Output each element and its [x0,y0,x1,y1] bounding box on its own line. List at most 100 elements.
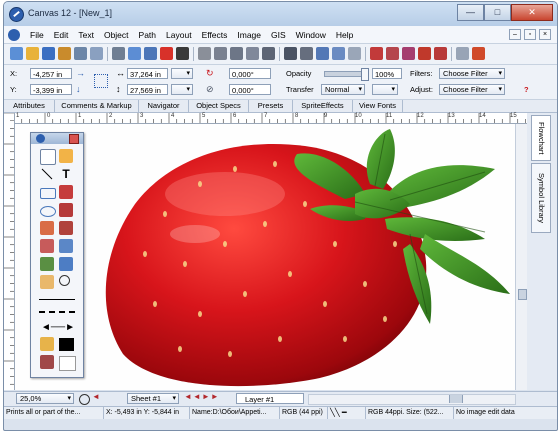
selection-tool-icon[interactable] [40,149,56,165]
fill-color-swatch[interactable] [59,356,76,371]
drawing-canvas[interactable] [15,124,515,390]
menu-path[interactable]: Path [134,30,162,40]
save-icon[interactable] [42,47,55,60]
h-scroll-thumb[interactable] [449,395,463,403]
new-icon[interactable] [10,47,23,60]
redo-icon[interactable] [176,47,189,60]
menu-image[interactable]: Image [232,30,266,40]
height-field[interactable]: 27,569 in [127,84,168,95]
menu-file[interactable]: File [25,30,49,40]
tab-view-fonts[interactable]: View Fonts [353,100,403,112]
cut-icon[interactable] [112,47,125,60]
transfer-dropdown[interactable]: Normal [321,84,365,95]
maximize-button[interactable]: □ [484,4,511,21]
line-style-dashed[interactable] [39,311,75,313]
align-dropdown[interactable] [171,68,193,79]
shape-tool-icon[interactable] [59,185,73,199]
blend-dropdown[interactable] [372,84,398,95]
strawberry-image[interactable] [15,124,515,390]
menu-text[interactable]: Text [73,30,99,40]
rectangle-tool-icon[interactable] [40,188,56,199]
zoom-icon[interactable] [79,394,90,405]
doc-restore-button[interactable]: ▫ [524,29,536,40]
zoom-tool-icon[interactable] [59,275,70,286]
tab-sprite-effects[interactable]: SpriteEffects [293,100,353,112]
grid-dropdown[interactable] [171,84,193,95]
fill-color-icon[interactable] [40,355,54,369]
help-icon[interactable]: ? [524,85,529,94]
layer-tab[interactable]: Layer #1 [236,393,304,404]
tab-comments[interactable]: Comments & Markup [55,100,139,112]
menu-help[interactable]: Help [331,30,358,40]
opacity-slider[interactable] [324,68,369,81]
arrowhead-style[interactable]: ◄──► [41,322,75,333]
preview-icon[interactable] [90,47,103,60]
document-menu-icon[interactable] [8,28,20,41]
pen-color-icon[interactable] [40,337,54,351]
gis-icon[interactable] [434,47,447,60]
paint-bucket-icon[interactable] [59,239,73,253]
zoom-dropdown[interactable]: 25,0% [16,393,74,404]
print-icon[interactable] [74,47,87,60]
y-field[interactable]: -3,399 in [30,84,72,95]
place-icon[interactable] [58,47,71,60]
split-icon[interactable] [246,47,259,60]
menu-object[interactable]: Object [99,30,134,40]
brush-tool-icon[interactable] [59,149,73,163]
text-tool-icon[interactable]: T [59,167,73,181]
photo-tool-icon[interactable] [59,257,73,271]
opacity-slider-thumb[interactable] [361,68,369,81]
hand-tool-icon[interactable] [40,275,54,289]
copy-icon[interactable] [128,47,141,60]
tab-symbol-library[interactable]: Symbol Library [531,163,551,233]
transform-tool-icon[interactable] [59,203,73,217]
tab-navigator[interactable]: Navigator [139,100,189,112]
tab-presets[interactable]: Presets [249,100,293,112]
back-icon[interactable] [332,47,345,60]
lock-icon[interactable] [348,47,361,60]
toolbox-header[interactable] [31,133,83,144]
bounding-box-icon[interactable] [94,74,108,88]
prev-page-icon[interactable]: ◄ [92,392,100,401]
angle-field-2[interactable]: 0,000° [229,84,271,95]
sheet-dropdown[interactable]: Sheet #1 [127,393,179,404]
image-icon[interactable] [402,47,415,60]
width-field[interactable]: 37,264 in [127,68,168,79]
rotate-icon[interactable] [262,47,275,60]
x-field[interactable]: -4,257 in [30,68,72,79]
front-icon[interactable] [316,47,329,60]
close-button[interactable]: ✕ [511,4,553,21]
angle-field-1[interactable]: 0,000° [229,68,271,79]
adjust-dropdown[interactable]: Choose Filter [439,84,505,95]
open-icon[interactable] [26,47,39,60]
scroll-thumb[interactable] [518,289,527,300]
palette-icon[interactable] [472,47,485,60]
combine-icon[interactable] [230,47,243,60]
distribute-icon[interactable] [300,47,313,60]
ungroup-icon[interactable] [214,47,227,60]
undo-icon[interactable] [160,47,173,60]
pen-tool-icon[interactable] [40,221,54,235]
minimize-button[interactable]: — [457,4,484,21]
menu-gis[interactable]: GIS [266,30,291,40]
group-icon[interactable] [198,47,211,60]
tools-icon[interactable] [456,47,469,60]
doc-close-button[interactable]: × [539,29,551,40]
toolbox-close-icon[interactable] [69,134,79,144]
eyedropper-tool-icon[interactable] [59,221,73,235]
effects-icon[interactable] [370,47,383,60]
layer-nav-icon[interactable]: ◄◄►► [184,392,220,401]
menu-window[interactable]: Window [291,30,331,40]
image-tool-icon[interactable] [40,257,54,271]
doc-minimize-button[interactable]: – [509,29,521,40]
tab-flowchart[interactable]: Flowchart [531,115,551,161]
menu-edit[interactable]: Edit [49,30,74,40]
pencil-tool-icon[interactable] [40,239,54,253]
transform-icon[interactable] [386,47,399,60]
line-style-solid[interactable] [39,299,75,300]
menu-layout[interactable]: Layout [161,30,197,40]
tab-object-specs[interactable]: Object Specs [189,100,249,112]
ellipse-tool-icon[interactable] [40,206,56,217]
app-logo-icon[interactable] [9,7,24,22]
layers-icon[interactable] [418,47,431,60]
